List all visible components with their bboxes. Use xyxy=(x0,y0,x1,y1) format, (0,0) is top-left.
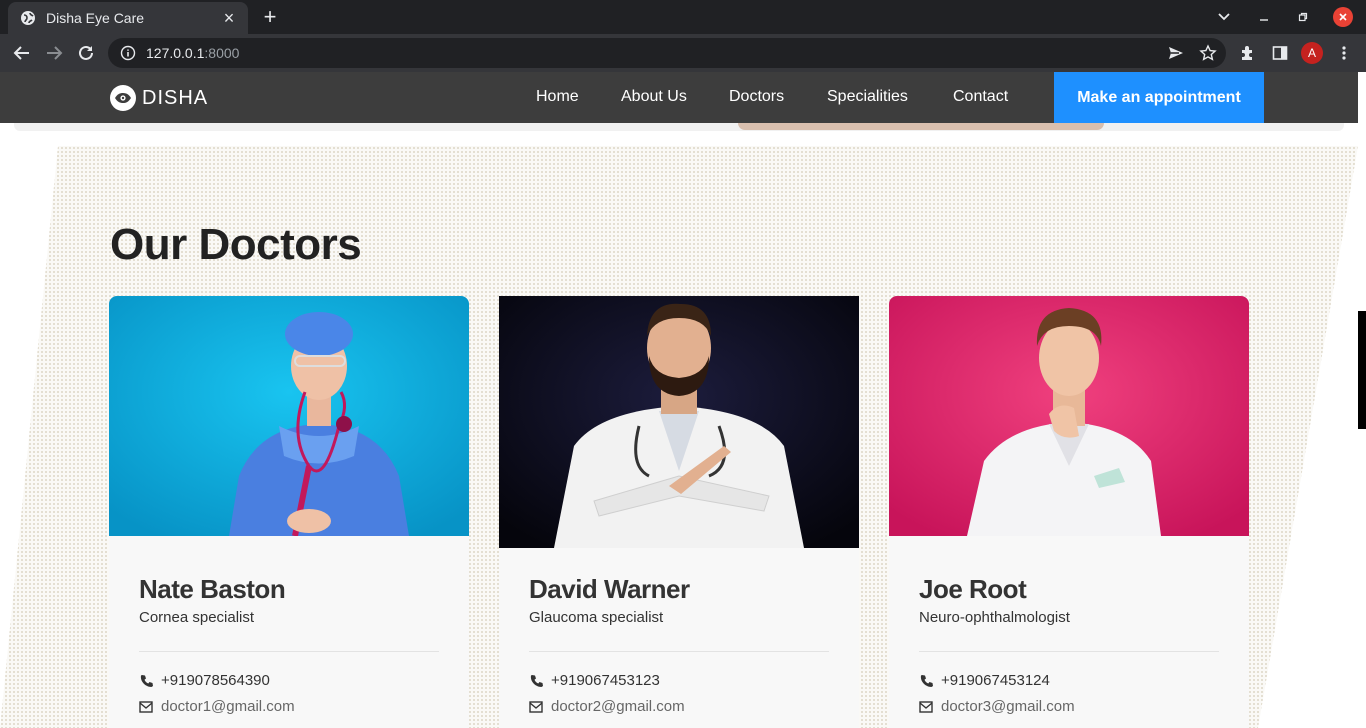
phone-icon xyxy=(139,674,153,688)
doctor-email[interactable]: doctor3@gmail.com xyxy=(941,698,1075,715)
doctor-phone-row: +919067453124 xyxy=(919,672,1050,689)
restore-icon[interactable] xyxy=(1293,6,1313,28)
new-tab-icon[interactable]: + xyxy=(258,6,282,30)
site-logo[interactable]: DISHA xyxy=(110,85,208,111)
tab-title: Disha Eye Care xyxy=(46,10,145,26)
phone-icon xyxy=(529,674,543,688)
mail-icon xyxy=(529,700,543,714)
doctor-speciality: Cornea specialist xyxy=(139,609,255,626)
doctor-photo xyxy=(889,296,1249,536)
address-bar[interactable]: 127.0.0.1:8000 xyxy=(108,38,1226,68)
browser-toolbar: 127.0.0.1:8000 A xyxy=(0,34,1366,72)
nav-doctors[interactable]: Doctors xyxy=(729,88,784,106)
doctor-phone-row: +919078564390 xyxy=(139,672,270,689)
card-divider xyxy=(139,651,439,652)
minimize-icon[interactable] xyxy=(1254,6,1274,28)
eye-logo-icon xyxy=(110,85,136,111)
mail-icon xyxy=(139,700,153,714)
doctor-email-row: doctor3@gmail.com xyxy=(919,698,1075,715)
doctor-speciality: Neuro-ophthalmologist xyxy=(919,609,1070,626)
url-port: :8000 xyxy=(204,45,240,61)
profile-avatar[interactable]: A xyxy=(1301,42,1323,64)
close-tab-icon[interactable]: × xyxy=(220,9,238,27)
extension-icon[interactable] xyxy=(1236,41,1260,65)
doctor-email-row: doctor1@gmail.com xyxy=(139,698,295,715)
doctor-email[interactable]: doctor2@gmail.com xyxy=(551,698,685,715)
menu-icon[interactable] xyxy=(1332,41,1356,65)
doctor-name: David Warner xyxy=(529,574,690,604)
nav-home[interactable]: Home xyxy=(536,88,579,106)
globe-icon xyxy=(20,10,36,26)
card-divider xyxy=(529,651,829,652)
doctor-name: Nate Baston xyxy=(139,574,286,604)
doctor-name: Joe Root xyxy=(919,574,1027,604)
mail-icon xyxy=(919,700,933,714)
logo-text: DISHA xyxy=(142,86,209,109)
nav-about-us[interactable]: About Us xyxy=(621,88,687,106)
doctor-card: Joe Root Neuro-ophthalmologist +91906745… xyxy=(889,296,1249,728)
browser-tab[interactable]: Disha Eye Care × xyxy=(8,2,248,34)
sidepanel-icon[interactable] xyxy=(1268,41,1292,65)
doctor-photo xyxy=(499,296,859,548)
doctor-card: David Warner Glaucoma specialist +919067… xyxy=(499,296,859,728)
doctor-photo xyxy=(109,296,469,536)
nav-specialities[interactable]: Specialities xyxy=(827,88,908,106)
doctor-speciality: Glaucoma specialist xyxy=(529,609,664,626)
scrollbar-thumb[interactable] xyxy=(1358,311,1366,429)
doctor-card: Nate Baston Cornea specialist +919078564… xyxy=(109,296,469,728)
info-icon[interactable] xyxy=(120,45,136,61)
tab-search-icon[interactable] xyxy=(1214,6,1234,28)
forward-icon[interactable] xyxy=(42,41,66,65)
site-navbar: DISHA Home About Us Doctors Specialities… xyxy=(0,72,1358,123)
doctor-phone-row: +919067453123 xyxy=(529,672,660,689)
doctor-email[interactable]: doctor1@gmail.com xyxy=(161,698,295,715)
back-icon[interactable] xyxy=(10,41,34,65)
card-divider xyxy=(919,651,1219,652)
star-icon[interactable] xyxy=(1196,41,1220,65)
nav-contact[interactable]: Contact xyxy=(953,88,1008,106)
make-appointment-button[interactable]: Make an appointment xyxy=(1054,72,1264,123)
browser-tab-bar: Disha Eye Care × + xyxy=(0,0,1366,34)
previous-section-image xyxy=(738,123,1104,130)
phone-icon xyxy=(919,674,933,688)
share-icon[interactable] xyxy=(1164,41,1188,65)
window-close-icon[interactable] xyxy=(1333,7,1353,27)
doctor-phone[interactable]: +919067453124 xyxy=(941,672,1050,689)
url-host: 127.0.0.1 xyxy=(146,45,205,61)
doctor-email-row: doctor2@gmail.com xyxy=(529,698,685,715)
reload-icon[interactable] xyxy=(74,41,98,65)
doctor-phone[interactable]: +919078564390 xyxy=(161,672,270,689)
section-title: Our Doctors xyxy=(110,220,362,269)
previous-section-edge xyxy=(14,123,1344,131)
doctor-phone[interactable]: +919067453123 xyxy=(551,672,660,689)
